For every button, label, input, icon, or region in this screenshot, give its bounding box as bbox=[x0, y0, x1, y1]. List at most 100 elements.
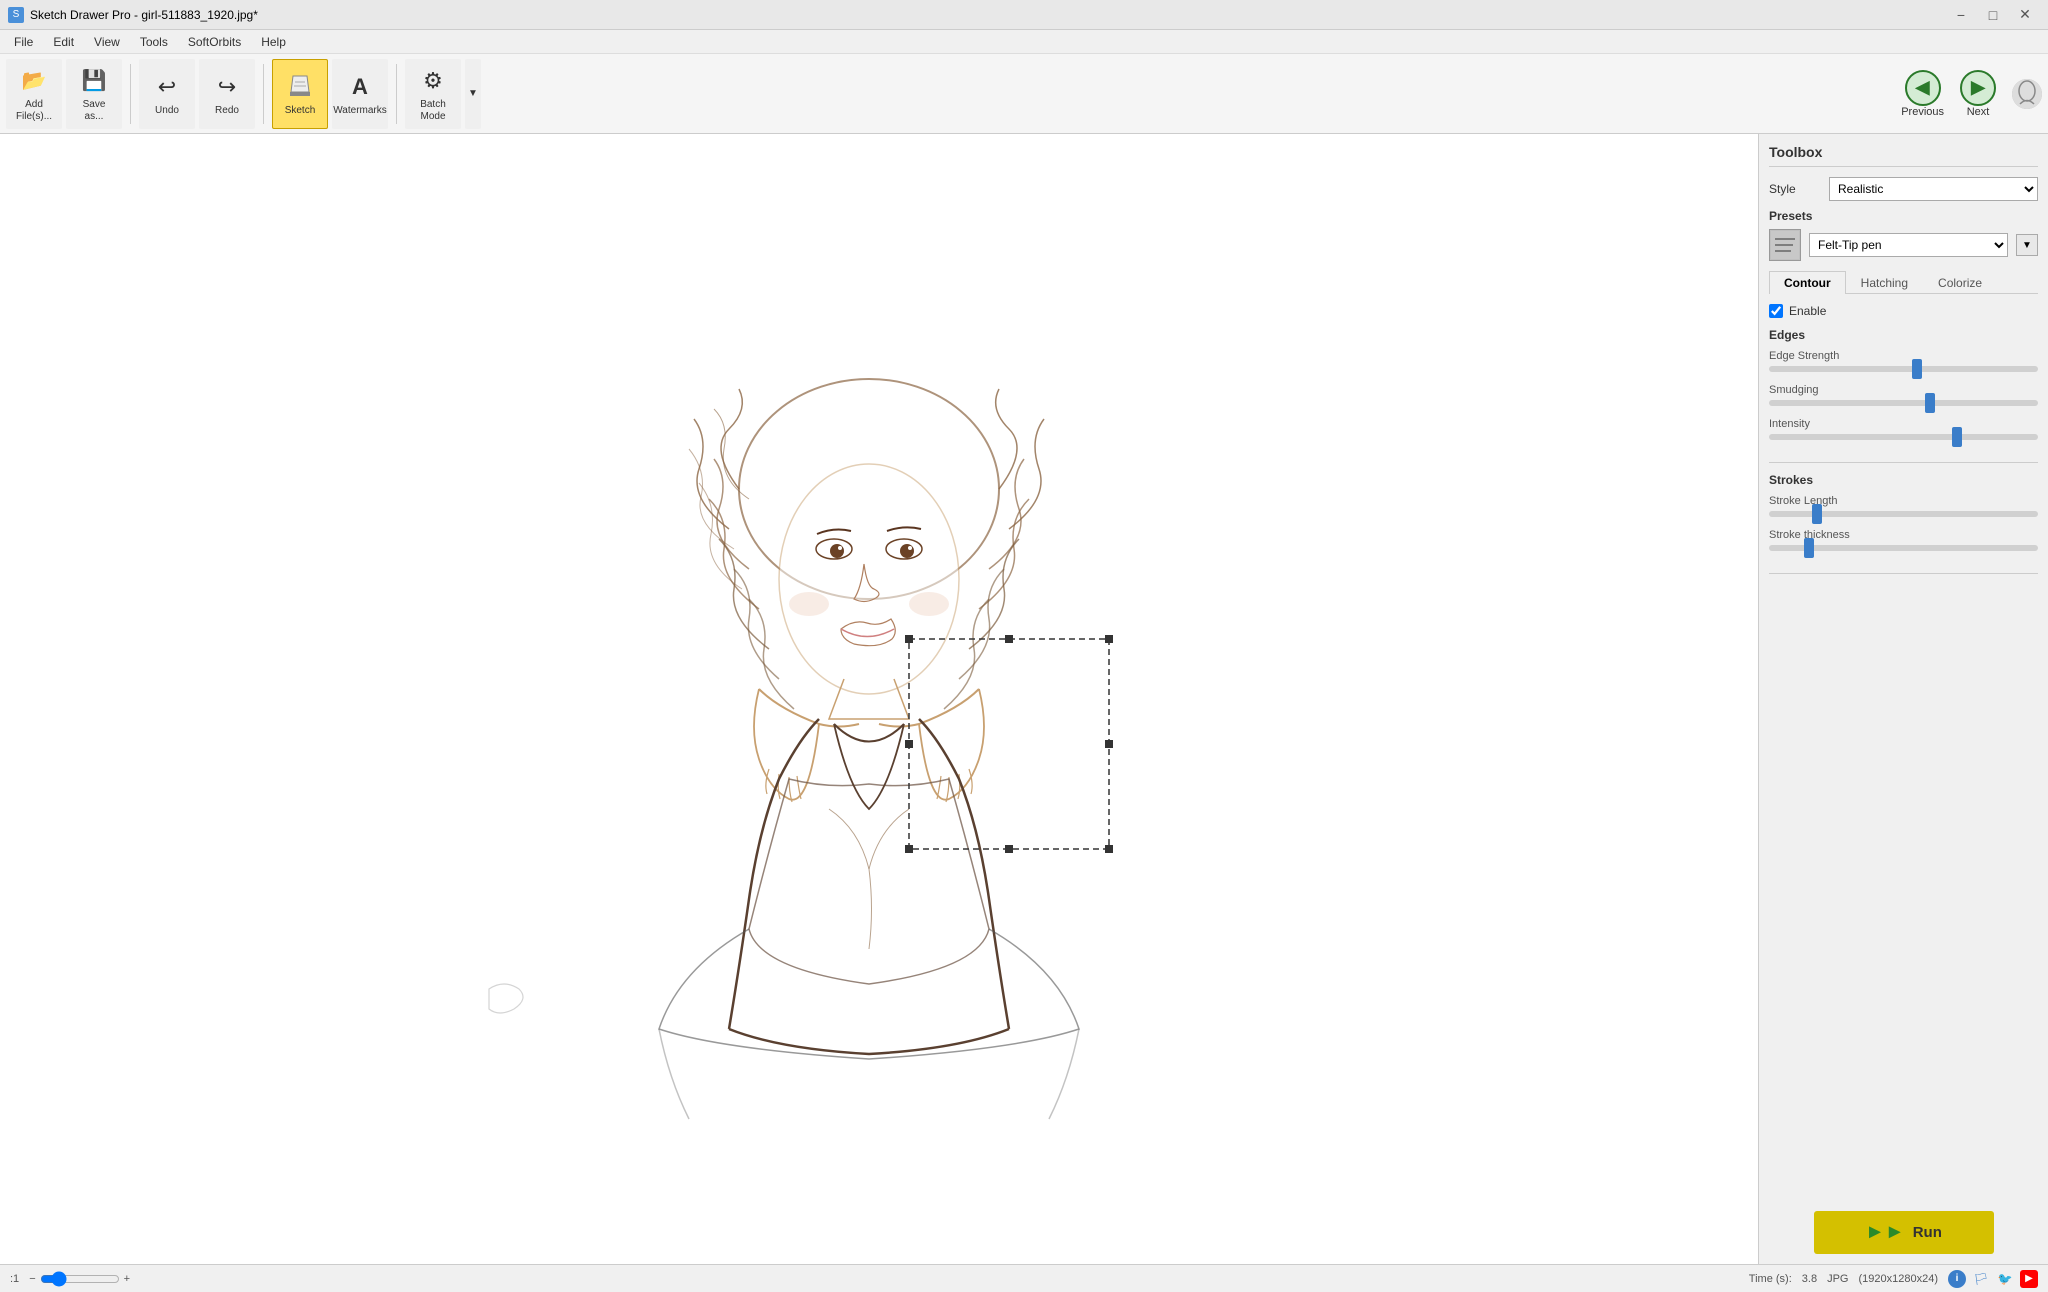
zoom-out-icon[interactable]: − bbox=[29, 1273, 35, 1285]
previous-button[interactable]: ◀ Previous bbox=[1901, 70, 1944, 118]
previous-icon: ◀ bbox=[1905, 70, 1941, 106]
enable-row: Enable bbox=[1769, 304, 2038, 318]
tab-hatching[interactable]: Hatching bbox=[1846, 271, 1923, 294]
presets-row: Felt-Tip pen Pencil Charcoal ▼ bbox=[1769, 229, 2038, 261]
tab-contour[interactable]: Contour bbox=[1769, 271, 1846, 294]
previous-label: Previous bbox=[1901, 106, 1944, 118]
zoom-slider[interactable] bbox=[40, 1271, 120, 1287]
menu-view[interactable]: View bbox=[84, 33, 130, 51]
menu-tools[interactable]: Tools bbox=[130, 33, 178, 51]
toolbar: 📂 AddFile(s)... 💾 Saveas... ↩ Undo ↪ Red… bbox=[0, 54, 2048, 134]
intensity-thumb[interactable] bbox=[1952, 427, 1962, 447]
watermarks-icon: A bbox=[344, 71, 376, 103]
redo-icon: ↪ bbox=[211, 71, 243, 103]
canvas-area[interactable] bbox=[0, 134, 1758, 1264]
status-icons: i 🏳 🐦 ▶ bbox=[1948, 1270, 2038, 1288]
style-select[interactable]: Realistic Artistic Pencil bbox=[1829, 177, 2038, 201]
undo-label: Undo bbox=[155, 105, 179, 116]
toolbox-title: Toolbox bbox=[1769, 144, 2038, 167]
save-as-button[interactable]: 💾 Saveas... bbox=[66, 59, 122, 129]
stroke-length-slider[interactable] bbox=[1769, 511, 2038, 517]
run-label: Run bbox=[1913, 1224, 1942, 1241]
undo-icon: ↩ bbox=[151, 71, 183, 103]
menu-softorbits[interactable]: SoftOrbits bbox=[178, 33, 251, 51]
twitter-icon[interactable]: 🐦 bbox=[1996, 1270, 2014, 1288]
status-left: :1 − + bbox=[10, 1271, 130, 1287]
stroke-length-label: Stroke Length bbox=[1769, 495, 2038, 507]
time-value: 3.8 bbox=[1802, 1273, 1817, 1285]
redo-label: Redo bbox=[215, 105, 239, 116]
next-icon: ▶ bbox=[1960, 70, 1996, 106]
save-as-icon: 💾 bbox=[78, 65, 110, 97]
stroke-thickness-thumb[interactable] bbox=[1804, 538, 1814, 558]
watermarks-label: Watermarks bbox=[333, 105, 387, 116]
smudging-thumb[interactable] bbox=[1925, 393, 1935, 413]
window-title: Sketch Drawer Pro - girl-511883_1920.jpg… bbox=[30, 8, 258, 22]
youtube-icon[interactable]: ▶ bbox=[2020, 1270, 2038, 1288]
section-divider-1 bbox=[1769, 462, 2038, 463]
minimize-button[interactable]: − bbox=[1946, 5, 1976, 25]
style-label: Style bbox=[1769, 182, 1829, 196]
run-btn-container: ►► Run bbox=[1769, 1211, 2038, 1254]
title-bar-controls: − □ ✕ bbox=[1946, 5, 2040, 25]
stroke-length-row: Stroke Length bbox=[1769, 495, 2038, 517]
menu-bar: File Edit View Tools SoftOrbits Help bbox=[0, 30, 2048, 54]
zoom-ratio: :1 bbox=[10, 1273, 19, 1285]
redo-button[interactable]: ↪ Redo bbox=[199, 59, 255, 129]
title-bar-left: S Sketch Drawer Pro - girl-511883_1920.j… bbox=[8, 7, 258, 23]
tab-colorize[interactable]: Colorize bbox=[1923, 271, 1997, 294]
maximize-button[interactable]: □ bbox=[1978, 5, 2008, 25]
zoom-in-icon[interactable]: + bbox=[124, 1273, 130, 1285]
flag-icon[interactable]: 🏳 bbox=[1972, 1270, 1990, 1288]
menu-edit[interactable]: Edit bbox=[43, 33, 84, 51]
edges-section-title: Edges bbox=[1769, 328, 2038, 342]
next-button[interactable]: ▶ Next bbox=[1960, 70, 1996, 118]
navigation-area: ◀ Previous ▶ Next bbox=[1901, 70, 2042, 118]
toolbox-spacer bbox=[1769, 584, 2038, 1191]
time-label: Time (s): bbox=[1749, 1273, 1792, 1285]
thumbnail-preview bbox=[2012, 79, 2042, 109]
intensity-label: Intensity bbox=[1769, 418, 2038, 430]
toolbar-separator-2 bbox=[263, 64, 264, 124]
sketch-label: Sketch bbox=[285, 105, 316, 116]
preset-dropdown-btn[interactable]: ▼ bbox=[2016, 234, 2038, 256]
next-label: Next bbox=[1967, 106, 1990, 118]
menu-file[interactable]: File bbox=[4, 33, 43, 51]
run-button[interactable]: ►► Run bbox=[1814, 1211, 1994, 1254]
stroke-thickness-row: Stroke thickness bbox=[1769, 529, 2038, 551]
stroke-thickness-slider[interactable] bbox=[1769, 545, 2038, 551]
undo-button[interactable]: ↩ Undo bbox=[139, 59, 195, 129]
menu-help[interactable]: Help bbox=[251, 33, 296, 51]
preset-select[interactable]: Felt-Tip pen Pencil Charcoal bbox=[1809, 233, 2008, 257]
sketch-icon bbox=[284, 71, 316, 103]
add-files-button[interactable]: 📂 AddFile(s)... bbox=[6, 59, 62, 129]
stroke-length-thumb[interactable] bbox=[1812, 504, 1822, 524]
strokes-section-title: Strokes bbox=[1769, 473, 2038, 487]
add-files-label: AddFile(s)... bbox=[16, 99, 52, 123]
style-row: Style Realistic Artistic Pencil bbox=[1769, 177, 2038, 201]
batch-mode-dropdown[interactable]: ▼ bbox=[465, 59, 481, 129]
format-label: JPG bbox=[1827, 1273, 1848, 1285]
batch-mode-label: BatchMode bbox=[420, 99, 446, 123]
smudging-label: Smudging bbox=[1769, 384, 2038, 396]
title-bar: S Sketch Drawer Pro - girl-511883_1920.j… bbox=[0, 0, 2048, 30]
intensity-slider[interactable] bbox=[1769, 434, 2038, 440]
smudging-slider[interactable] bbox=[1769, 400, 2038, 406]
intensity-row: Intensity bbox=[1769, 418, 2038, 440]
status-bar: :1 − + Time (s): 3.8 JPG (1920x1280x24) … bbox=[0, 1264, 2048, 1292]
close-button[interactable]: ✕ bbox=[2010, 5, 2040, 25]
dimensions-label: (1920x1280x24) bbox=[1858, 1273, 1938, 1285]
enable-label[interactable]: Enable bbox=[1789, 304, 1826, 318]
info-icon[interactable]: i bbox=[1948, 1270, 1966, 1288]
sketch-canvas bbox=[0, 134, 1758, 1264]
add-files-icon: 📂 bbox=[18, 65, 50, 97]
tabs-row: Contour Hatching Colorize bbox=[1769, 271, 2038, 294]
batch-mode-button[interactable]: ⚙ BatchMode bbox=[405, 59, 461, 129]
sketch-button[interactable]: Sketch bbox=[272, 59, 328, 129]
batch-mode-icon: ⚙ bbox=[417, 65, 449, 97]
enable-checkbox[interactable] bbox=[1769, 304, 1783, 318]
edge-strength-thumb[interactable] bbox=[1912, 359, 1922, 379]
watermarks-button[interactable]: A Watermarks bbox=[332, 59, 388, 129]
edge-strength-slider[interactable] bbox=[1769, 366, 2038, 372]
section-divider-2 bbox=[1769, 573, 2038, 574]
